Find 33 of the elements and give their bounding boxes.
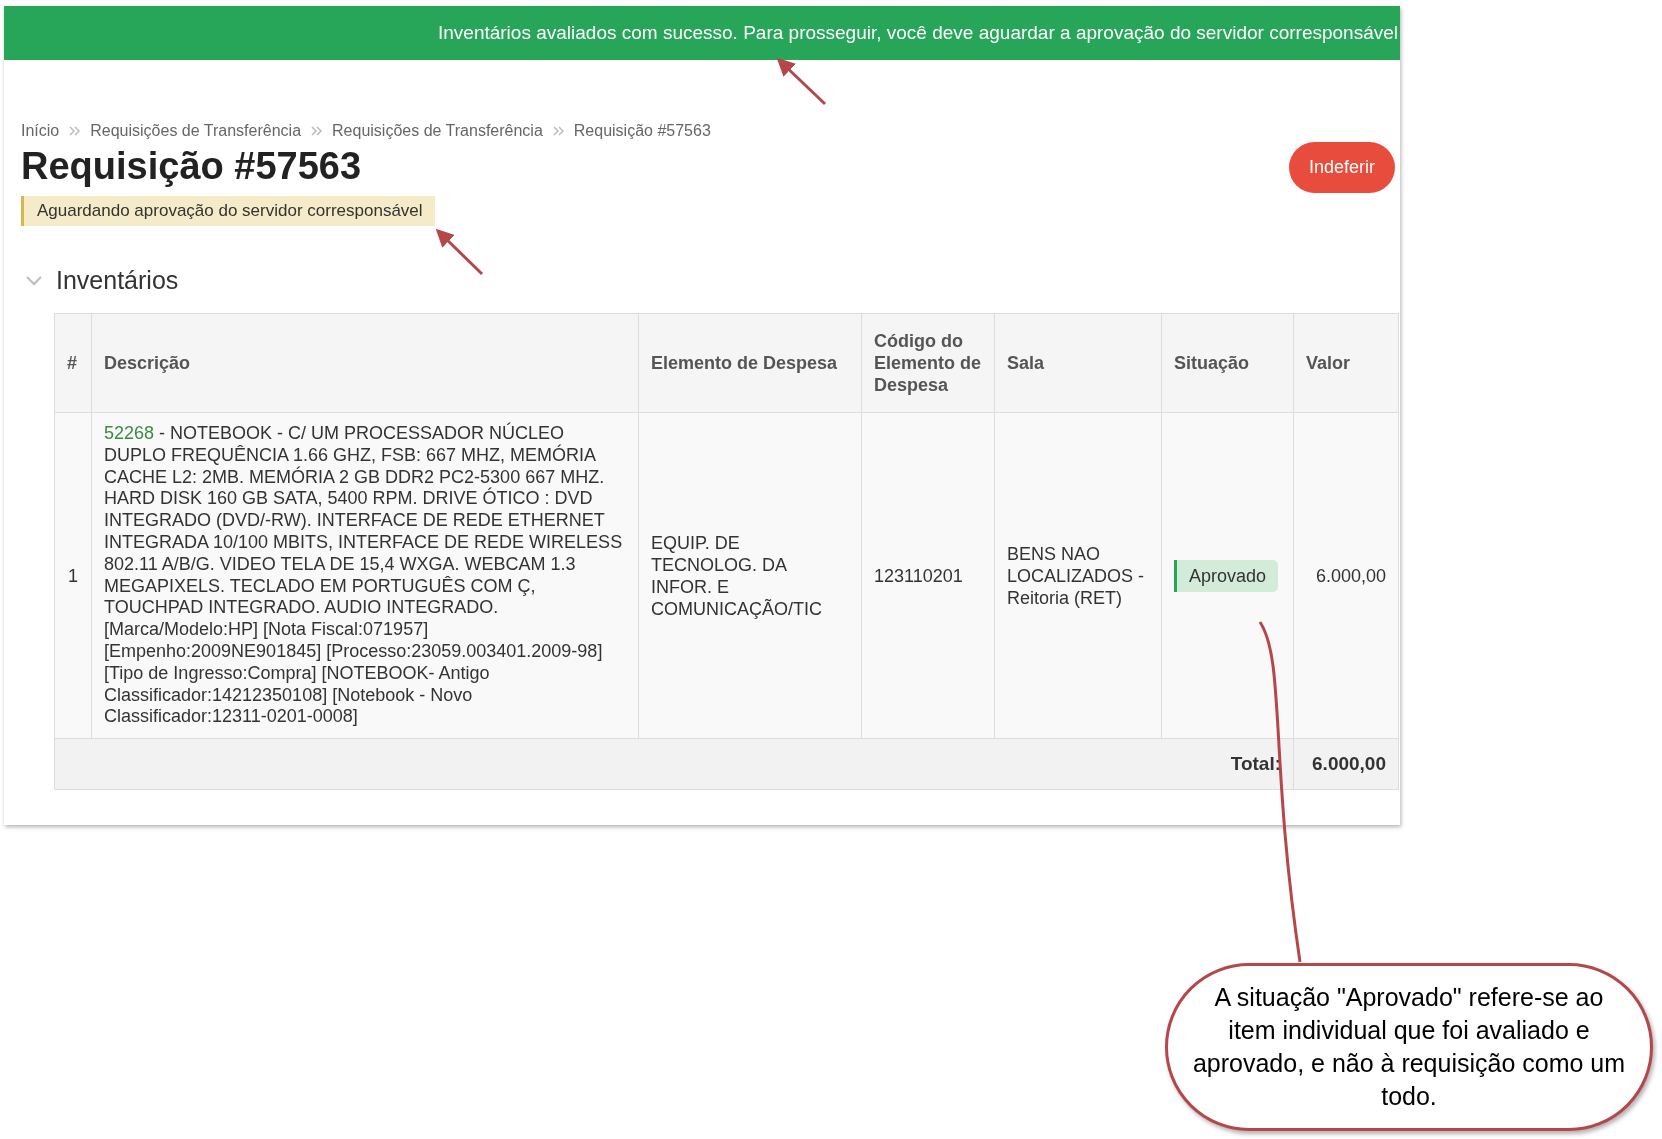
total-value: 6.000,00 bbox=[1312, 753, 1386, 775]
breadcrumb-link[interactable]: Requisições de Transferência bbox=[90, 122, 302, 140]
breadcrumb-current: Requisição #57563 bbox=[573, 122, 711, 140]
table-cell: 6.000,00 bbox=[1293, 412, 1399, 739]
column-header: Valor bbox=[1293, 313, 1399, 413]
status-badge: Aprovado bbox=[1174, 559, 1279, 592]
item-description: 52268 - NOTEBOOK - C/ UM PROCESSADOR NÚCLEO DUPLO FREQUÊNCIA 1.66 GHZ, FSB: 667 MHZ, MEMÓRIA CACHE L2: 2MB. MEMÓRIA 2 GB DDR2 PC2-5300 667 MHZ. HARD DISK 160 GB SATA, 5400 RPM. DRIVE ÓTICO : DVD INTEGRADO (DVD/-RW). INTERFACE DE REDE ETHERNET INTEGRADA 10/100 MBITS, INTERFACE DE REDE WIRELESS 802.11 A/B/G. VIDEO TELA DE 15,4 WXGA. WEBCAM 1.3 MEGAPIXELS. TECLADO EM PORTUGUÊS COM Ç, TOUCHPAD INTEGRADO. AUDIO INTEGRADO. [Marca/Modelo:HP] [Nota Fiscal:071957] [Empenho:2009NE901845] [Processo:23059.003401.2009-98] [Tipo de Ingresso:Compra] [NOTEBOOK- Antigo Classificador:14212350108] [Notebook - Novo Classificador:12311-0201-0008] bbox=[104, 423, 624, 729]
column-header: Sala bbox=[994, 313, 1162, 413]
column-header: Situação bbox=[1161, 313, 1294, 413]
deny-button[interactable]: Indeferir bbox=[1288, 142, 1395, 193]
section-title: Inventários bbox=[56, 266, 179, 295]
chevron-separator-icon bbox=[552, 126, 564, 136]
success-banner: Inventários avaliados com sucesso. Para prosseguir, você deve aguardar a aprovação do servidor corresponsável bbox=[4, 6, 1400, 60]
column-header: Código do Elemento de Despesa bbox=[861, 313, 995, 413]
chevron-separator-icon bbox=[311, 126, 323, 136]
status-label: Aguardando aprovação do servidor corresponsável bbox=[21, 196, 435, 226]
column-header: Descrição bbox=[91, 313, 639, 413]
item-code-link[interactable]: 52268 bbox=[104, 423, 155, 443]
callout-text: A situação "Aprovado" refere-se ao item individual que foi avaliado e aprovado, e não à requisição como um todo. bbox=[1191, 982, 1627, 1112]
column-header: # bbox=[54, 313, 92, 413]
chevron-down-icon[interactable] bbox=[26, 275, 42, 286]
page-title: Requisição #57563 bbox=[21, 144, 363, 188]
table-cell: 123110201 bbox=[861, 412, 995, 739]
annotation-arrow bbox=[435, 228, 484, 276]
total-label: Total: bbox=[1230, 753, 1281, 775]
table-cell: EQUIP. DE TECNOLOG. DA INFOR. E COMUNICAÇÃO/TIC bbox=[638, 412, 862, 739]
table-cell: BENS NAO LOCALIZADOS - Reitoria (RET) bbox=[994, 412, 1162, 739]
breadcrumb-link[interactable]: Início bbox=[21, 122, 60, 140]
table-cell: 1 bbox=[54, 412, 92, 739]
breadcrumb-link[interactable]: Requisições de Transferência bbox=[332, 122, 543, 140]
column-header: Elemento de Despesa bbox=[638, 313, 862, 413]
chevron-separator-icon bbox=[69, 126, 81, 136]
annotation-arrow bbox=[776, 57, 827, 106]
